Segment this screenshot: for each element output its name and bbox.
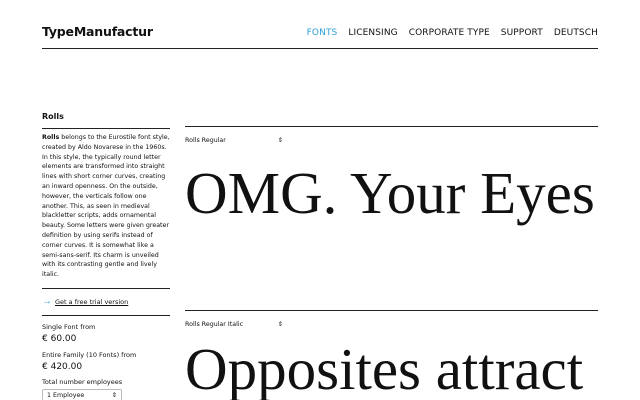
specimen-area: Rolls Regular ⇕ OMG. Your Eyes Rolls Reg… — [185, 126, 598, 400]
sample-text[interactable]: Opposites attract — [185, 333, 583, 400]
font-sidebar: Rolls Rolls belongs to the Eurostile fon… — [42, 112, 170, 400]
nav-deutsch[interactable]: DEUTSCH — [554, 28, 598, 38]
specimen-regular: Rolls Regular ⇕ OMG. Your Eyes — [185, 126, 598, 310]
employees-label: Total number employees — [42, 377, 123, 386]
sample-text[interactable]: OMG. Your Eyes — [185, 157, 595, 229]
nav-licensing[interactable]: LICENSING — [348, 28, 397, 38]
site-logo[interactable]: TypeManufactur — [42, 24, 153, 39]
specimen-italic: Rolls Regular Italic ⇕ Opposites attract — [185, 310, 598, 400]
updown-chevron-icon: ⇕ — [111, 392, 117, 400]
description-lead: Rolls — [42, 134, 60, 141]
updown-chevron-icon: ⇕ — [277, 321, 283, 328]
single-font-label: Single Font from — [42, 322, 96, 331]
nav-support[interactable]: SUPPORT — [501, 28, 543, 38]
single-font-price: € 60.00 — [42, 333, 77, 344]
updown-chevron-icon: ⇕ — [277, 137, 283, 144]
employees-select[interactable]: 1 Employee ⇕ — [42, 388, 122, 400]
family-price: € 420.00 — [42, 361, 83, 372]
family-label: Entire Family (10 Fonts) from — [42, 350, 137, 359]
trial-link-row[interactable]: → Get a free trial version — [42, 289, 170, 315]
style-select-value: Rolls Regular Italic — [185, 321, 244, 328]
nav-fonts[interactable]: FONTS — [307, 28, 338, 38]
font-description: Rolls belongs to the Eurostile font styl… — [42, 129, 170, 288]
main-nav: FONTS LICENSING CORPORATE TYPE SUPPORT D… — [296, 28, 598, 38]
trial-link[interactable]: Get a free trial version — [55, 298, 128, 306]
arrow-right-icon: → — [42, 296, 52, 308]
nav-corporate-type[interactable]: CORPORATE TYPE — [409, 28, 490, 38]
style-select[interactable]: Rolls Regular Italic ⇕ — [185, 321, 283, 328]
site-header: TypeManufactur FONTS LICENSING CORPORATE… — [42, 0, 598, 49]
divider — [42, 314, 170, 316]
style-select[interactable]: Rolls Regular ⇕ — [185, 137, 283, 144]
description-text: belongs to the Eurostile font style, cre… — [42, 134, 170, 279]
font-title: Rolls — [42, 112, 64, 121]
employees-value: 1 Employee — [47, 392, 85, 400]
style-select-value: Rolls Regular — [185, 137, 226, 144]
